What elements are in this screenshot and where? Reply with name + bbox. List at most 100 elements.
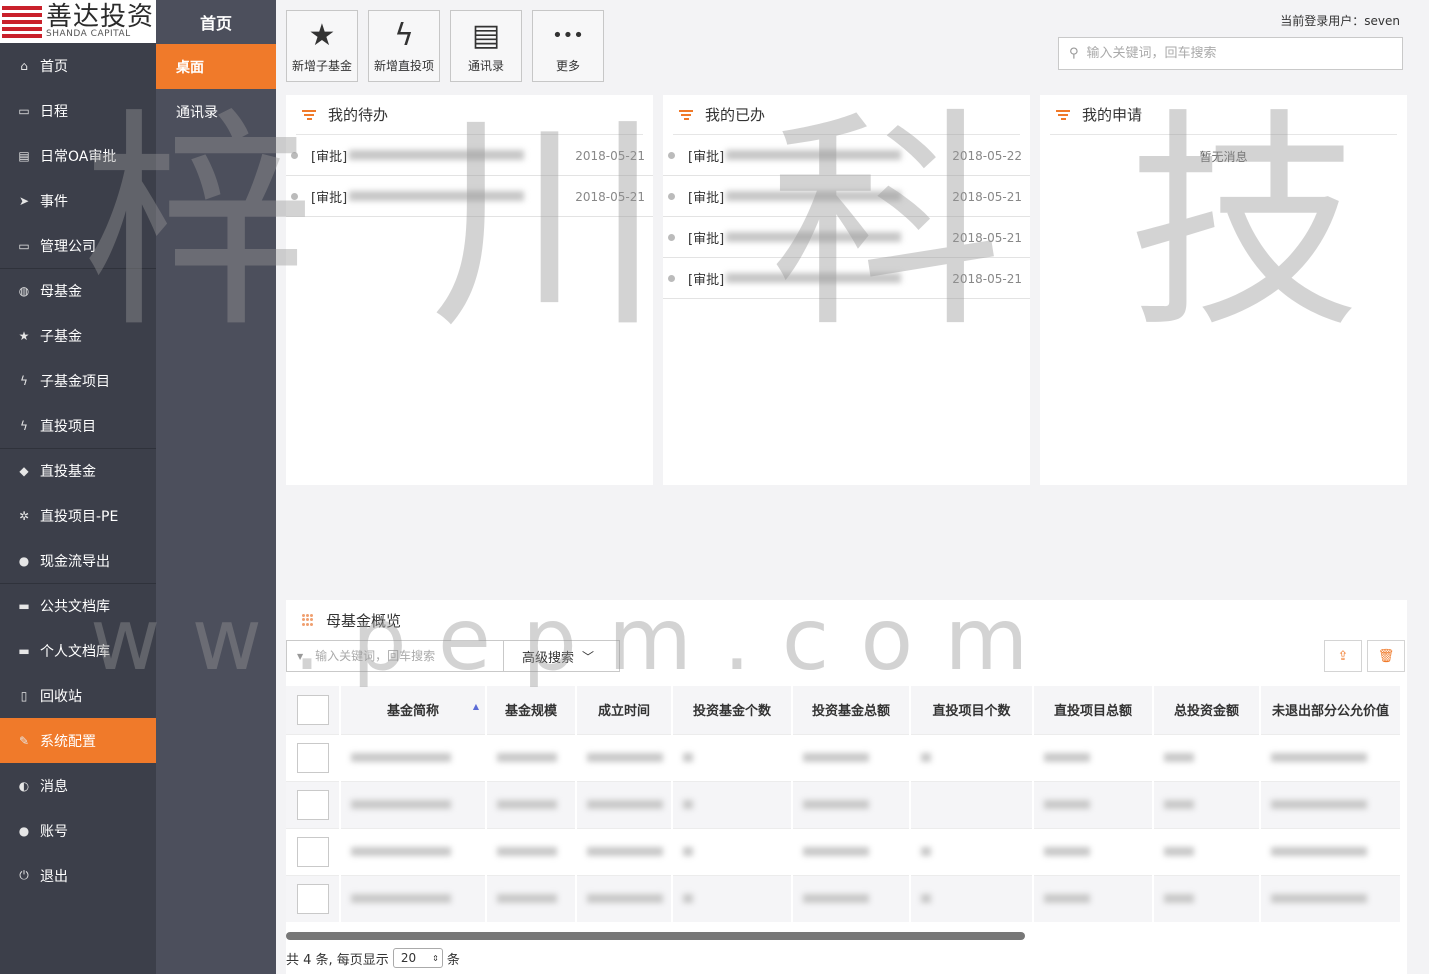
message-item[interactable]: [审批] 2018-05-22: [663, 135, 1030, 176]
redacted-value: [803, 753, 869, 762]
done-panel: 我的已办 [审批] 2018-05-22 [审批] 2018-05-21 [审批] 201…: [663, 95, 1030, 485]
filter-icon: [302, 109, 316, 121]
column-header[interactable]: 基金规模: [486, 686, 577, 734]
table-row[interactable]: [286, 733, 1402, 781]
redacted-value: [921, 753, 931, 762]
table-cell: [1033, 874, 1154, 922]
nav-item-10[interactable]: ✲ 直投项目-PE: [0, 493, 156, 538]
table-row[interactable]: [286, 780, 1402, 828]
redacted-value: [351, 800, 451, 809]
export-button[interactable]: ⇪: [1324, 640, 1362, 672]
nav-item-13[interactable]: ▬ 个人文档库: [0, 628, 156, 673]
todo-panel: 我的待办 [审批] 2018-05-21 [审批] 2018-05-21: [286, 95, 653, 485]
column-header[interactable]: 直投项目个数: [910, 686, 1034, 734]
more-label: 更多: [555, 59, 580, 73]
redacted-value: [1044, 800, 1090, 809]
chat-icon: ◐: [18, 778, 30, 793]
nav-item-1[interactable]: ▭ 日程: [0, 88, 156, 133]
page-size-select[interactable]: 20 ⇕: [392, 948, 443, 968]
table-row[interactable]: [286, 827, 1402, 875]
nav-item-7[interactable]: ϟ 子基金项目: [0, 358, 156, 403]
add-direct-project-button[interactable]: ϟ 新增直投项: [368, 10, 440, 82]
column-header[interactable]: 投资基金总额: [792, 686, 911, 734]
nav-label: 子基金: [40, 328, 82, 345]
horizontal-scrollbar[interactable]: [286, 932, 1025, 940]
select-all-checkbox[interactable]: [296, 694, 329, 725]
row-checkbox[interactable]: [296, 836, 329, 867]
message-item[interactable]: [审批] 2018-05-21: [663, 217, 1030, 258]
sort-asc-icon[interactable]: ▲: [473, 702, 479, 711]
subnav-item-contacts[interactable]: 通讯录: [156, 89, 276, 134]
nav-item-9[interactable]: ◆ 直投基金: [0, 448, 156, 493]
search-icon: ⚲: [1069, 46, 1079, 61]
home-icon: ⌂: [20, 58, 28, 73]
table-row[interactable]: [286, 874, 1402, 922]
row-checkbox[interactable]: [296, 883, 329, 914]
nav-item-5[interactable]: ◍ 母基金: [0, 268, 156, 313]
nav-item-12[interactable]: ▬ 公共文档库: [0, 583, 156, 628]
message-date: 2018-05-21: [575, 190, 645, 204]
more-button[interactable]: ••• 更多: [532, 10, 604, 82]
nav-item-15[interactable]: ✎ 系统配置: [0, 718, 156, 763]
table-cell: [1260, 874, 1402, 922]
column-header[interactable]: 总投资金额: [1153, 686, 1261, 734]
table-cell: [1033, 827, 1154, 875]
nav-label: 母基金: [40, 284, 82, 300]
row-checkbox[interactable]: [296, 742, 329, 773]
nav-item-0[interactable]: ⌂ 首页: [0, 43, 156, 88]
nav-label: 账号: [40, 823, 68, 840]
message-item[interactable]: [审批] 2018-05-21: [663, 176, 1030, 217]
nav-item-18[interactable]: ⏻ 退出: [0, 853, 156, 898]
nav-item-2[interactable]: ▤ 日常OA审批: [0, 133, 156, 178]
contacts-button[interactable]: ▤ 通讯录: [450, 10, 522, 82]
table-cell: [910, 874, 1034, 922]
redacted-value: [683, 847, 693, 856]
nav-label: 事件: [40, 193, 68, 210]
redacted-value: [803, 800, 869, 809]
table-cell: [910, 733, 1034, 781]
table-cell: [1153, 780, 1261, 828]
add-sub-fund-button[interactable]: ★ 新增子基金: [286, 10, 358, 82]
table-cell: [672, 874, 793, 922]
bolt-icon: ϟ: [20, 418, 28, 433]
select-all-header: [286, 686, 341, 734]
nav-item-14[interactable]: ▯ 回收站: [0, 673, 156, 718]
fund-search-input[interactable]: [315, 649, 486, 663]
nav-label: 消息: [40, 778, 68, 795]
delete-button[interactable]: 🗑: [1367, 640, 1405, 672]
message-text: [审批]: [311, 149, 348, 165]
nav-item-17[interactable]: ● 账号: [0, 808, 156, 853]
redacted-value: [351, 753, 451, 762]
drop-icon: ●: [18, 553, 30, 568]
column-header[interactable]: 投资基金个数: [672, 686, 793, 734]
nav-label: 退出: [40, 868, 68, 885]
message-item[interactable]: [审批] 2018-05-21: [286, 176, 653, 217]
nav-item-16[interactable]: ◐ 消息: [0, 763, 156, 808]
advanced-search-button[interactable]: 高级搜索 ﹀: [504, 640, 620, 672]
nav-item-8[interactable]: ϟ 直投项目: [0, 403, 156, 448]
wrench-icon: ✎: [18, 733, 30, 748]
redacted-value: [1271, 847, 1367, 856]
clipboard-icon: ▤: [471, 18, 501, 53]
column-header[interactable]: 未退出部分公允价值: [1260, 686, 1402, 734]
message-item[interactable]: [审批] 2018-05-21: [286, 135, 653, 176]
caret-down-icon[interactable]: ▼: [297, 652, 303, 661]
nav-item-6[interactable]: ★ 子基金: [0, 313, 156, 358]
nav-item-11[interactable]: ● 现金流导出: [0, 538, 156, 583]
message-item[interactable]: [审批] 2018-05-21: [663, 258, 1030, 299]
subnav-item-desktop[interactable]: 桌面: [156, 44, 276, 89]
nav-item-3[interactable]: ➤ 事件: [0, 178, 156, 223]
apply-title: 我的申请: [1082, 106, 1143, 124]
column-header[interactable]: 直投项目总额: [1033, 686, 1154, 734]
column-header[interactable]: 成立时间: [576, 686, 673, 734]
redacted-value: [1271, 894, 1367, 904]
column-header[interactable]: 基金简称 ▲: [340, 686, 487, 734]
redacted-value: [587, 800, 663, 809]
row-checkbox[interactable]: [296, 789, 329, 820]
briefcase-icon: ▭: [18, 238, 30, 253]
nav-item-4[interactable]: ▭ 管理公司: [0, 223, 156, 268]
message-text: [审批]: [311, 190, 348, 206]
global-search-input[interactable]: [1086, 46, 1377, 61]
redacted-value: [587, 847, 663, 856]
nav-label: 日程: [40, 103, 68, 120]
